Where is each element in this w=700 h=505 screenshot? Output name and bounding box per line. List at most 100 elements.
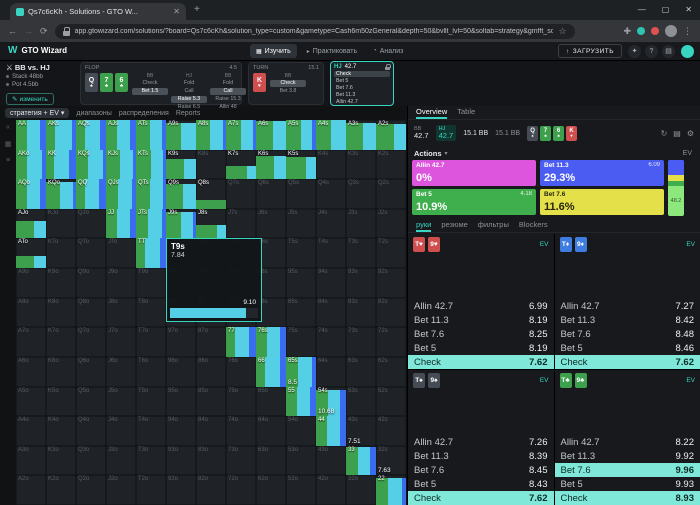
user-avatar[interactable] <box>681 44 694 58</box>
hand-card-Ts9s[interactable]: T♠ 9♠ EV Allin 42.7 7.26 Bet 11.3 8.39 Bet 7.6 8… <box>408 370 554 505</box>
close-button[interactable]: ✕ <box>685 3 692 17</box>
maximize-button[interactable]: ▢ <box>662 3 670 17</box>
matrix-cell-44[interactable]: 44 <box>316 416 346 446</box>
matrix-cell-K7o[interactable]: K7o <box>46 327 76 357</box>
matrix-cell-77[interactable]: 77 <box>226 327 256 357</box>
help-icon[interactable]: ? <box>645 44 658 58</box>
collapse-icon[interactable]: « <box>6 124 10 131</box>
extension-icon[interactable] <box>651 27 659 35</box>
action-tile-Allin 42.7[interactable]: Allin 42.7 0% <box>412 160 536 186</box>
matrix-cell-53o[interactable]: 53o <box>286 445 316 476</box>
minimize-button[interactable]: — <box>638 3 646 17</box>
matrix-cell-22[interactable]: 22 <box>376 475 406 505</box>
hero-action-Allin 42.7[interactable]: Allin 42.7 <box>334 99 390 105</box>
matrix-cell-KTs[interactable]: KTs <box>136 149 166 180</box>
refresh-icon[interactable]: ↻ <box>661 129 668 138</box>
matrix-cell-65o[interactable]: 65o <box>256 386 286 417</box>
matrix-cell-J9o[interactable]: J9o <box>106 268 136 298</box>
matrix-cell-Q6s[interactable]: Q6s <box>256 179 286 209</box>
matrix-cell-T9o[interactable]: T9o <box>136 268 166 298</box>
action-chip-Bet 3.8[interactable]: Bet 3.8 <box>270 88 306 95</box>
matrix-cell-ATs[interactable]: ATs <box>136 120 166 150</box>
matrix-cell-AQo[interactable]: AQo <box>16 179 46 209</box>
matrix-cell-J2s[interactable]: J2s <box>376 208 406 239</box>
matrix-cell-T4o[interactable]: T4o <box>136 416 166 446</box>
matrix-cell-QTo[interactable]: QTo <box>76 238 106 269</box>
matrix-cell-93o[interactable]: 93o <box>166 445 196 476</box>
matrix-cell-J8o[interactable]: J8o <box>106 297 136 328</box>
matrix-cell-KQo[interactable]: KQo <box>46 179 76 209</box>
app-logo[interactable]: W GTO Wizard <box>8 45 67 56</box>
matrix-cell-92o[interactable]: 92o <box>166 475 196 505</box>
matrix-cell-A6s[interactable]: A6s <box>256 120 286 150</box>
matrix-cell-A8o[interactable]: A8o <box>16 297 46 328</box>
matrix-cell-63s[interactable]: 63s <box>346 356 376 387</box>
matrix-cell-Q8o[interactable]: Q8o <box>76 297 106 328</box>
matrix-cell-Q5o[interactable]: Q5o <box>76 386 106 417</box>
matrix-cell-72s[interactable]: 72s <box>376 327 406 357</box>
action-tile-Bet 5[interactable]: Bet 5 4.18 10.9% <box>412 189 536 215</box>
tab-close-icon[interactable]: ✕ <box>173 7 180 16</box>
matrix-cell-J6o[interactable]: J6o <box>106 356 136 387</box>
matrix-cell-K3o[interactable]: K3o <box>46 445 76 476</box>
matrix-cell-J7o[interactable]: J7o <box>106 327 136 357</box>
matrix-cell-95s[interactable]: 95s <box>286 268 316 298</box>
matrix-cell-Q4s[interactable]: Q4s <box>316 179 346 209</box>
matrix-cell-J4o[interactable]: J4o <box>106 416 136 446</box>
matrix-cell-87o[interactable]: 87o <box>196 327 226 357</box>
matrix-cell-T4s[interactable]: T4s <box>316 238 346 269</box>
matrix-cell-97o[interactable]: 97o <box>166 327 196 357</box>
tab-резюме[interactable]: резюме <box>441 218 467 232</box>
tab-overview[interactable]: Overview <box>416 106 448 119</box>
expanded-hand-box[interactable]: T9s 7.84 9.10 <box>166 238 262 323</box>
action-chip-Call[interactable]: Call <box>171 88 207 95</box>
matrix-cell-53s[interactable]: 53s <box>346 386 376 417</box>
matrix-cell-A2o[interactable]: A2o <box>16 475 46 505</box>
matrix-cell-KJs[interactable]: KJs <box>106 149 136 180</box>
matrix-cell-K9s[interactable]: K9s <box>166 149 196 180</box>
matrix-cell-94s[interactable]: 94s <box>316 268 346 298</box>
matrix-cell-K4s[interactable]: K4s <box>316 149 346 180</box>
matrix-cell-A9o[interactable]: A9o <box>16 268 46 298</box>
matrix-cell-55[interactable]: 55 <box>286 386 316 417</box>
matrix-cell-33[interactable]: 33 <box>346 445 376 476</box>
matrix-cell-82o[interactable]: 82o <box>196 475 226 505</box>
matrix-cell-96o[interactable]: 96o <box>166 356 196 387</box>
matrix-cell-AA[interactable]: AA <box>16 120 46 150</box>
hero-action-Bet 5[interactable]: Bet 5 <box>334 78 390 84</box>
action-chip-Call[interactable]: Call <box>210 88 246 95</box>
matrix-cell-QQ[interactable]: QQ <box>76 179 106 209</box>
matrix-cell-J5s[interactable]: J5s <box>286 208 316 239</box>
matrix-cell-J3o[interactable]: J3o <box>106 445 136 476</box>
matrix-cell-62o[interactable]: 62o <box>256 475 286 505</box>
matrix-cell-J6s[interactable]: J6s <box>256 208 286 239</box>
action-chip-Check[interactable]: Check <box>270 80 306 87</box>
hand-card-Th9h[interactable]: T♥ 9♥ EV Allin 42.7 6.99 Bet 11.3 8.19 Bet 7.6 8… <box>408 234 554 369</box>
matrix-cell-75o[interactable]: 75o <box>226 386 256 417</box>
hand-card-Tc9c[interactable]: T♣ 9♣ EV Allin 42.7 8.22 Bet 11.3 9.92 Bet 7.6 9… <box>554 370 700 505</box>
matrix-cell-A5o[interactable]: A5o <box>16 386 46 417</box>
hero-action-Bet 11.3[interactable]: Bet 11.3 <box>334 92 390 98</box>
matrix-cell-42s[interactable]: 42s <box>376 416 406 446</box>
action-chip-Fold[interactable]: Fold <box>171 80 207 87</box>
tab-стратегия + EV[interactable]: стратегия + EV ▾ <box>5 108 70 118</box>
matrix-cell-63o[interactable]: 63o <box>256 445 286 476</box>
action-tile-Bet 11.3[interactable]: Bet 11.3 6.09 29.3% <box>540 160 664 186</box>
matrix-cell-76o[interactable]: 76o <box>226 356 256 387</box>
matrix-cell-Q5s[interactable]: Q5s <box>286 179 316 209</box>
matrix-cell-85o[interactable]: 85o <box>196 386 226 417</box>
matrix-cell-QTs[interactable]: QTs <box>136 179 166 209</box>
matrix-cell-K2o[interactable]: K2o <box>46 475 76 505</box>
matrix-cell-T3s[interactable]: T3s <box>346 238 376 269</box>
matrix-cell-QJs[interactable]: QJs <box>106 179 136 209</box>
matrix-cell-K3s[interactable]: K3s <box>346 149 376 180</box>
matrix-cell-A9s[interactable]: A9s <box>166 120 196 150</box>
grid-icon[interactable]: ▦ <box>5 140 12 148</box>
matrix-cell-62s[interactable]: 62s <box>376 356 406 387</box>
browser-profile-avatar[interactable] <box>665 25 677 37</box>
chevron-down-icon[interactable]: ▾ <box>445 150 448 157</box>
matrix-cell-85s[interactable]: 85s <box>286 297 316 328</box>
matrix-cell-KTo[interactable]: KTo <box>46 238 76 269</box>
matrix-cell-Q3o[interactable]: Q3o <box>76 445 106 476</box>
matrix-cell-ATo[interactable]: ATo <box>16 238 46 269</box>
